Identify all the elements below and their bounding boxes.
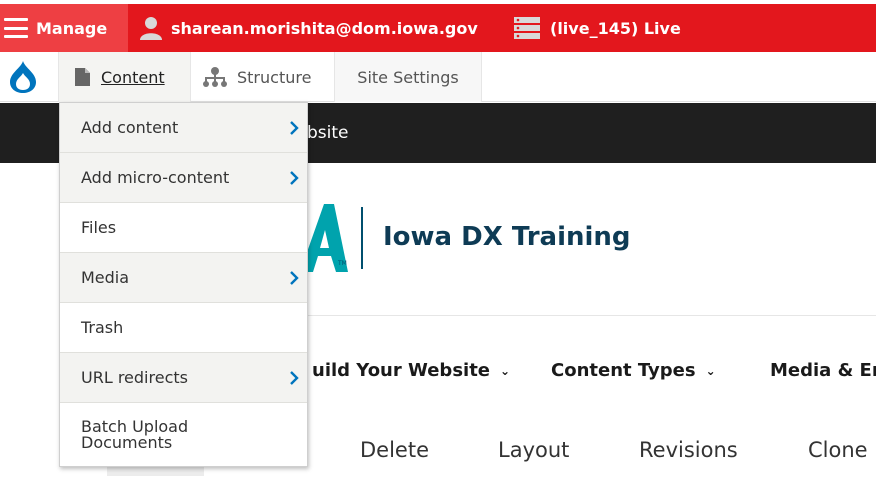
header-divider <box>300 315 876 316</box>
hamburger-icon <box>4 18 28 38</box>
server-icon <box>514 17 540 39</box>
nav-types-label: Content Types <box>551 360 696 381</box>
app-window: Manage sharean.morishita@dom.iowa.gov (l… <box>0 0 876 495</box>
tab-structure-label: Structure <box>237 67 312 87</box>
environment-label: (live_145) Live <box>550 18 681 38</box>
nav-media[interactable]: Media & En <box>770 360 876 381</box>
menu-item-label: Add micro-content <box>81 168 230 187</box>
chevron-down-icon: ⌄ <box>705 363 716 378</box>
menu-item-media[interactable]: Media <box>60 253 307 303</box>
toolbar-tray: Content Structure Site Settings <box>0 52 876 102</box>
chevron-right-icon <box>290 370 299 385</box>
file-icon <box>75 68 90 86</box>
user-menu-button[interactable]: sharean.morishita@dom.iowa.gov <box>140 4 478 52</box>
tab-clone[interactable]: Clone <box>808 438 868 462</box>
tab-site-settings-label: Site Settings <box>357 67 459 87</box>
tab-site-settings[interactable]: Site Settings <box>334 52 482 102</box>
tab-content-label: Content <box>101 67 165 87</box>
user-label: sharean.morishita@dom.iowa.gov <box>171 18 478 38</box>
logo-divider <box>361 207 363 269</box>
tab-revisions[interactable]: Revisions <box>639 438 738 462</box>
chevron-right-icon <box>290 170 299 185</box>
tab-content[interactable]: Content <box>58 52 190 102</box>
nav-build-your-website[interactable]: uild Your Website ⌄ <box>312 360 510 381</box>
tab-structure[interactable]: Structure <box>190 52 334 102</box>
menu-item-label: Batch Upload Documents <box>81 417 189 452</box>
header-crumb: bsite <box>307 123 349 143</box>
chevron-right-icon <box>290 270 299 285</box>
menu-item-files[interactable]: Files <box>60 203 307 253</box>
user-icon <box>140 17 162 40</box>
admin-toolbar: Manage sharean.morishita@dom.iowa.gov (l… <box>0 4 876 52</box>
menu-item-trash[interactable]: Trash <box>60 303 307 353</box>
manage-label: Manage <box>36 18 108 38</box>
logo-trademark: TM <box>338 260 347 267</box>
content-dropdown-menu: Add content Add micro-content Files Medi… <box>59 102 308 467</box>
nav-build-label: uild Your Website <box>312 360 491 381</box>
drupal-drop-icon <box>9 61 36 93</box>
site-name[interactable]: Iowa DX Training <box>383 222 631 252</box>
nav-content-types[interactable]: Content Types ⌄ <box>551 360 716 381</box>
menu-item-label: URL redirects <box>81 368 188 387</box>
menu-item-label: Add content <box>81 118 179 137</box>
menu-item-label: Files <box>81 218 117 237</box>
environment-indicator[interactable]: (live_145) Live <box>514 4 681 52</box>
tab-delete[interactable]: Delete <box>360 438 429 462</box>
menu-item-label: Trash <box>81 318 124 337</box>
menu-item-add-content[interactable]: Add content <box>60 103 307 153</box>
menu-item-label: Media <box>81 268 130 287</box>
chevron-right-icon <box>290 120 299 135</box>
menu-item-batch-upload-documents[interactable]: Batch Upload Documents <box>60 403 307 467</box>
tab-layout[interactable]: Layout <box>498 438 569 462</box>
menu-item-url-redirects[interactable]: URL redirects <box>60 353 307 403</box>
menu-item-add-micro-content[interactable]: Add micro-content <box>60 153 307 203</box>
sitemap-icon <box>203 67 227 87</box>
chevron-down-icon: ⌄ <box>500 363 511 378</box>
nav-media-label: Media & En <box>770 360 876 381</box>
home-link[interactable] <box>0 52 45 102</box>
manage-button[interactable]: Manage <box>0 4 128 52</box>
